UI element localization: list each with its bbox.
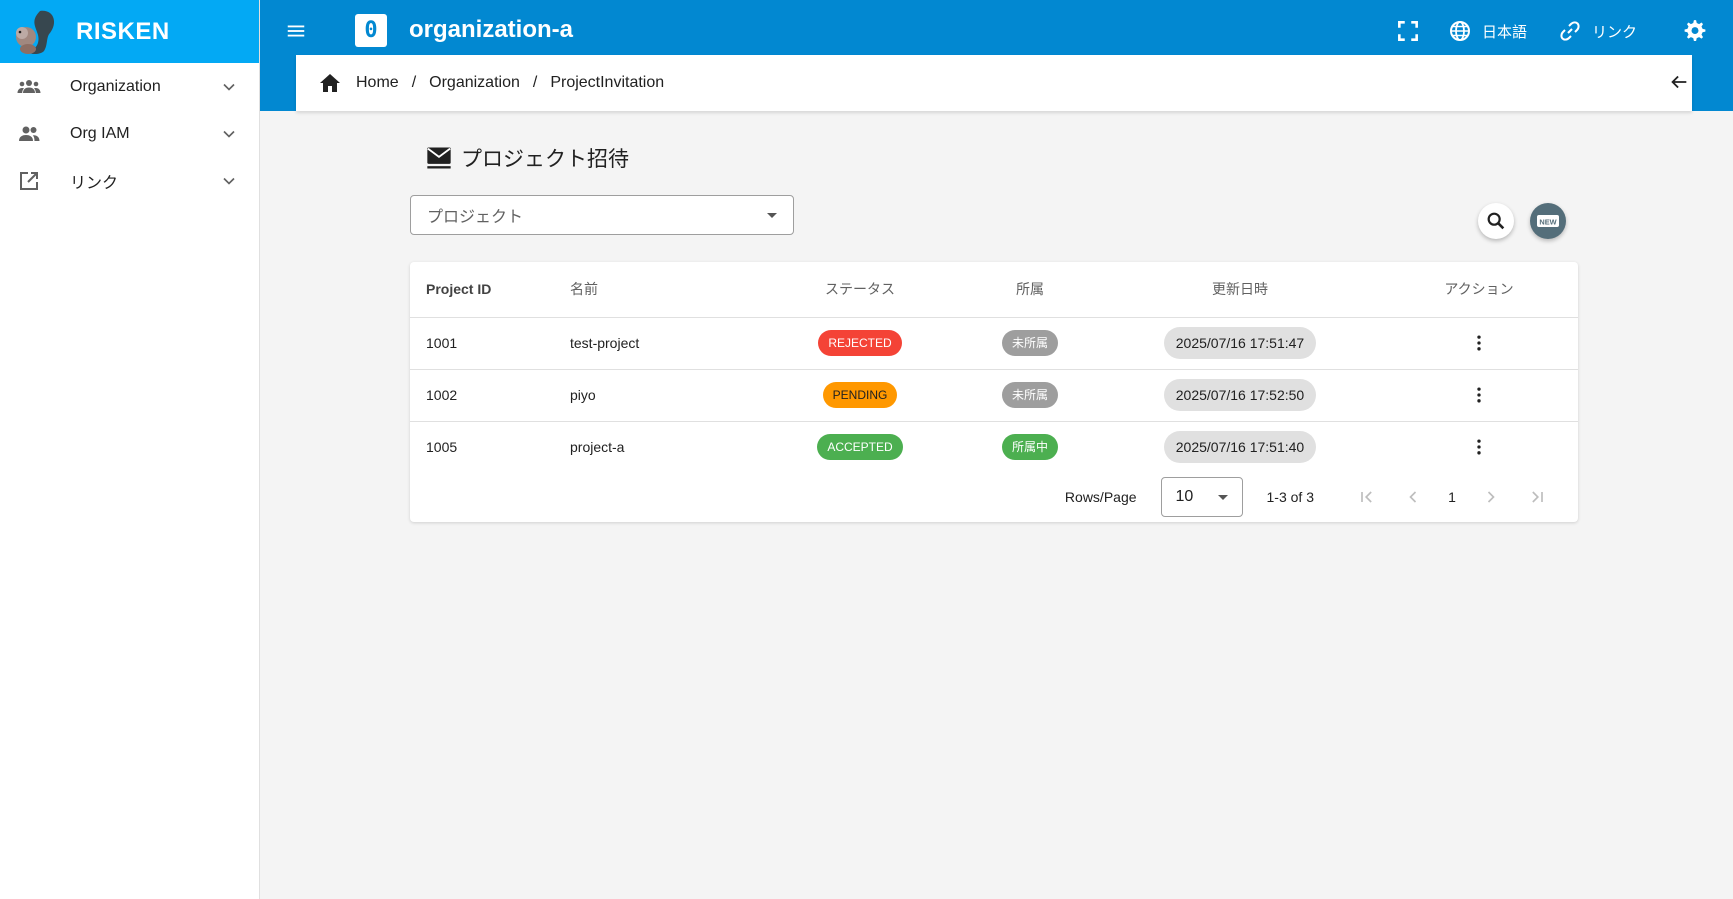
page-title-text: プロジェクト招待 — [461, 148, 629, 171]
group-icon — [16, 74, 42, 100]
cell-name: project-a — [570, 439, 625, 456]
home-icon[interactable] — [318, 71, 342, 95]
breadcrumb-organization[interactable]: Organization — [429, 74, 520, 92]
status-badge: PENDING — [822, 382, 898, 408]
chevron-down-icon — [223, 83, 235, 91]
rows-per-page-value: 10 — [1175, 488, 1194, 505]
rows-per-page-select[interactable]: 10 — [1160, 477, 1243, 517]
table-row[interactable]: 1001 test-project REJECTED 未所属 2025/07/1… — [410, 317, 1578, 370]
language-label: 日本語 — [1482, 23, 1528, 41]
settings-button[interactable] — [1682, 17, 1710, 45]
breadcrumb-home[interactable]: Home — [356, 74, 399, 92]
row-actions-button[interactable] — [1467, 331, 1491, 355]
pagination-range: 1-3 of 3 — [1266, 489, 1314, 505]
prev-page-button[interactable] — [1398, 482, 1428, 512]
last-page-icon — [1532, 491, 1543, 503]
updated-at-chip: 2025/07/16 17:52:50 — [1163, 379, 1317, 411]
new-invitation-button[interactable]: NEW — [1530, 203, 1566, 239]
link-label: リンク — [1592, 23, 1638, 41]
menu-toggle-button[interactable] — [282, 17, 310, 45]
table-header-row: Project ID 名前 ステータス 所属 更新日時 アクション — [410, 262, 1578, 318]
sidebar-item-org-iam[interactable]: Org IAM — [0, 110, 259, 157]
project-select-placeholder: プロジェクト — [427, 209, 524, 226]
chevron-right-icon — [1487, 491, 1495, 503]
header-project-id[interactable]: Project ID — [410, 262, 570, 318]
sidebar-item-label: Organization — [70, 77, 161, 95]
header-name[interactable]: 名前 — [570, 262, 760, 318]
globe-icon — [1450, 21, 1470, 41]
table-row[interactable]: 1005 project-a ACCEPTED 所属中 2025/07/16 1… — [410, 421, 1578, 473]
invitation-table: Project ID 名前 ステータス 所属 更新日時 アクション 1001 t… — [410, 262, 1578, 473]
cell-project-id: 1005 — [426, 439, 458, 456]
squirrel-logo-icon — [16, 10, 55, 54]
status-badge: ACCEPTED — [817, 434, 903, 461]
rows-per-page-label: Rows/Page — [1064, 489, 1137, 505]
new-badge-text: NEW — [1539, 217, 1556, 226]
link-button[interactable]: リンク — [1558, 17, 1637, 45]
updated-at-chip: 2025/07/16 17:51:47 — [1163, 327, 1317, 359]
chevron-down-icon — [223, 130, 235, 138]
header-status[interactable]: ステータス — [760, 262, 960, 318]
table-row[interactable]: 1002 piyo PENDING 未所属 2025/07/16 17:52:5… — [410, 369, 1578, 422]
caret-down-icon — [1217, 494, 1228, 500]
first-page-button[interactable] — [1352, 482, 1382, 512]
affiliation-badge: 未所属 — [1001, 330, 1058, 356]
more-vert-icon — [1477, 387, 1481, 402]
chevron-left-icon — [1409, 491, 1417, 503]
sidebar: RISKEN Organization Org IAM リンク — [0, 0, 260, 899]
sidebar-item-label: リンク — [70, 174, 119, 192]
fullscreen-button[interactable] — [1395, 17, 1423, 45]
cell-name: piyo — [570, 369, 760, 422]
cell-name: test-project — [570, 317, 760, 370]
brand-name: RISKEN — [76, 17, 170, 45]
gear-icon — [1684, 20, 1706, 41]
pagination: Rows/Page 10 1-3 of 3 1 — [410, 476, 1578, 518]
new-badge-icon: NEW — [1537, 215, 1559, 227]
search-button[interactable] — [1478, 203, 1514, 239]
open-in-new-icon — [16, 168, 42, 194]
page-title: プロジェクト招待 — [425, 143, 629, 173]
people-icon — [16, 121, 42, 147]
row-actions-button[interactable] — [1467, 435, 1491, 459]
mail-icon — [427, 147, 451, 169]
breadcrumb-project-invitation: ProjectInvitation — [550, 74, 665, 91]
status-badge: REJECTED — [818, 330, 902, 356]
row-actions-button[interactable] — [1467, 383, 1491, 407]
sidebar-item-links[interactable]: リンク — [0, 157, 259, 204]
hamburger-menu-icon — [287, 25, 305, 37]
breadcrumb: Home / Organization / ProjectInvitation — [296, 55, 1692, 111]
search-icon — [1487, 212, 1505, 230]
last-page-button[interactable] — [1522, 482, 1552, 512]
sidebar-item-organization[interactable]: Organization — [0, 63, 259, 110]
fullscreen-icon — [1398, 21, 1418, 41]
affiliation-badge: 所属中 — [1001, 434, 1058, 461]
current-page: 1 — [1448, 489, 1456, 505]
breadcrumb-separator: / — [532, 74, 538, 91]
sidebar-item-label: Org IAM — [70, 124, 130, 142]
cell-project-id: 1001 — [410, 317, 570, 370]
language-button[interactable]: 日本語 — [1448, 17, 1527, 45]
brand-header: RISKEN — [0, 0, 259, 63]
org-avatar[interactable]: 0 — [355, 14, 387, 47]
header-affiliation[interactable]: 所属 — [960, 262, 1100, 318]
affiliation-badge: 未所属 — [1001, 382, 1058, 408]
arrow-left-icon[interactable] — [1668, 71, 1690, 93]
cell-project-id: 1002 — [410, 369, 570, 422]
more-vert-icon — [1477, 439, 1481, 455]
link-icon — [1560, 21, 1580, 41]
org-name: organization-a — [409, 16, 574, 43]
next-page-button[interactable] — [1476, 482, 1506, 512]
invitation-table-card: Project ID 名前 ステータス 所属 更新日時 アクション 1001 t… — [410, 262, 1578, 522]
header-action: アクション — [1380, 262, 1578, 318]
breadcrumb-separator: / — [411, 74, 417, 91]
chevron-down-icon — [223, 177, 235, 185]
first-page-icon — [1361, 491, 1372, 503]
project-select[interactable]: プロジェクト — [410, 195, 794, 235]
updated-at-chip: 2025/07/16 17:51:40 — [1163, 431, 1317, 464]
header-updated-at[interactable]: 更新日時 — [1100, 262, 1380, 318]
more-vert-icon — [1477, 335, 1481, 350]
caret-down-icon — [767, 212, 777, 218]
